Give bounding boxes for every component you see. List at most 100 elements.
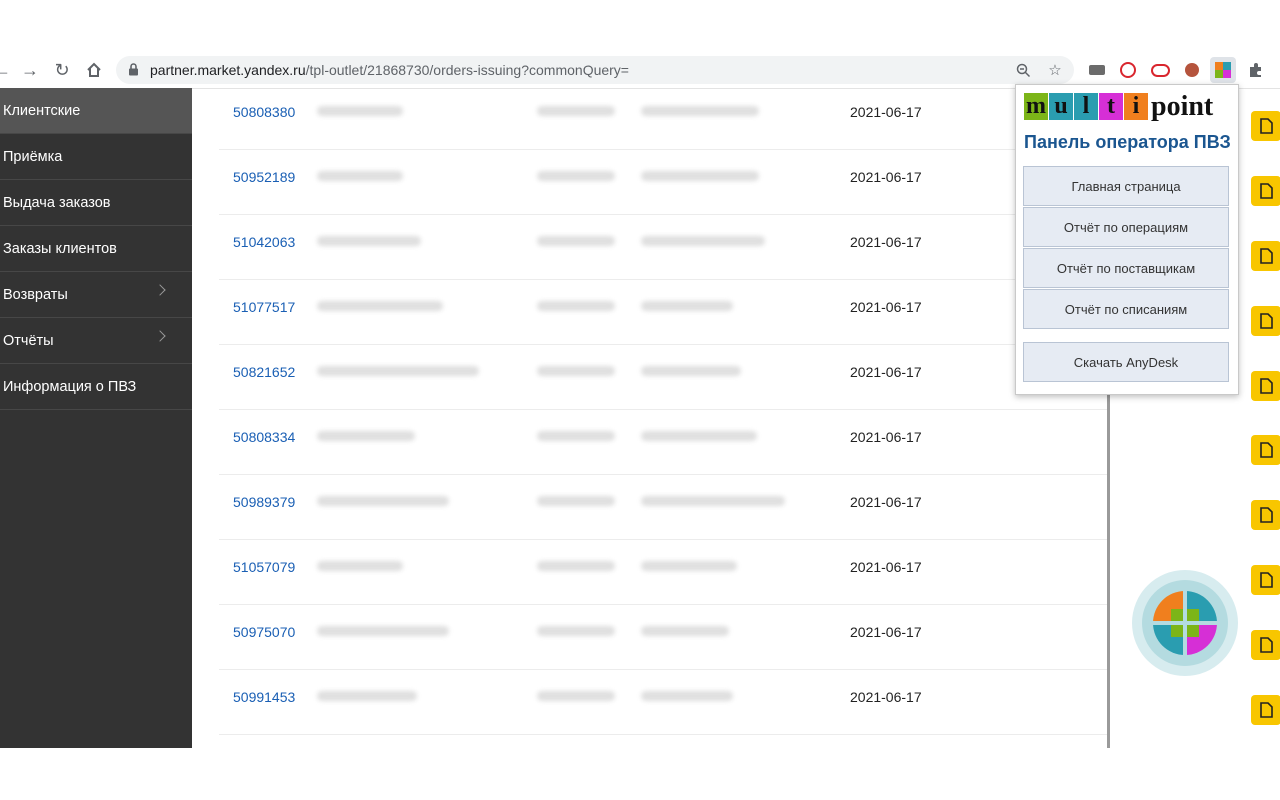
logo-tile: l <box>1074 92 1098 120</box>
multipoint-floating-button[interactable] <box>1132 570 1238 676</box>
order-id-link[interactable]: 50991453 <box>233 689 295 705</box>
blurred-email <box>317 171 403 181</box>
blurred-phone <box>537 171 615 181</box>
document-icon <box>1259 118 1273 134</box>
blurred-name <box>641 626 729 636</box>
order-id-link[interactable]: 51077517 <box>233 299 295 315</box>
operations-report-button[interactable]: Отчёт по операциям <box>1023 207 1229 247</box>
sidebar-item-returns[interactable]: Возвраты <box>0 272 192 318</box>
bookmark-star-icon[interactable]: ☆ <box>1046 61 1064 79</box>
order-id-link[interactable]: 51057079 <box>233 559 295 575</box>
sidebar-item-label: Клиентские <box>3 102 81 119</box>
order-id-link[interactable]: 50989379 <box>233 494 295 510</box>
order-date: 2021-06-17 <box>850 299 922 315</box>
blurred-phone <box>537 106 615 116</box>
suppliers-report-button[interactable]: Отчёт по поставщикам <box>1023 248 1229 288</box>
table-row: 50952189 2021-06-17 <box>219 149 1109 215</box>
order-date: 2021-06-17 <box>850 429 922 445</box>
extension-blocker-icon[interactable] <box>1118 60 1138 80</box>
document-button[interactable] <box>1251 565 1280 595</box>
blurred-name <box>641 171 759 181</box>
order-id-link[interactable]: 50821652 <box>233 364 295 380</box>
home-icon[interactable] <box>82 58 106 82</box>
chevron-right-icon <box>154 284 166 296</box>
extension-avatar-icon[interactable] <box>1182 60 1202 80</box>
order-id-link[interactable]: 50808334 <box>233 429 295 445</box>
home-page-button[interactable]: Главная страница <box>1023 166 1229 206</box>
multipoint-extension-popup: m u l t i point Панель оператора ПВЗ Гла… <box>1015 84 1239 395</box>
blurred-name <box>641 431 757 441</box>
document-icon <box>1259 442 1273 458</box>
order-id-link[interactable]: 50808380 <box>233 104 295 120</box>
sidebar-item-order-issuing[interactable]: Выдача заказов <box>0 180 192 226</box>
document-button[interactable] <box>1251 371 1280 401</box>
sidebar-item-reports[interactable]: Отчёты <box>0 318 192 364</box>
forward-icon[interactable]: → <box>18 58 42 82</box>
order-id-link[interactable]: 50975070 <box>233 624 295 640</box>
blurred-name <box>641 236 765 246</box>
document-icon <box>1259 702 1273 718</box>
sidebar-item-reception[interactable]: Приёмка <box>0 134 192 180</box>
sidebar-item-label: Выдача заказов <box>3 194 111 211</box>
document-icon <box>1259 248 1273 264</box>
document-icon <box>1259 637 1273 653</box>
order-id-link[interactable]: 50952189 <box>233 169 295 185</box>
zoom-icon[interactable] <box>1014 61 1032 79</box>
blurred-name <box>641 366 741 376</box>
logo-word: point <box>1151 90 1214 122</box>
sidebar-item-clients[interactable]: Клиентские <box>0 88 192 134</box>
address-bar[interactable]: partner.market.yandex.ru/tpl-outlet/2186… <box>116 56 1074 84</box>
download-anydesk-button[interactable]: Скачать AnyDesk <box>1023 342 1229 382</box>
back-icon[interactable]: ← <box>0 58 14 82</box>
order-date: 2021-06-17 <box>850 559 922 575</box>
table-row: 50808334 2021-06-17 <box>219 409 1109 475</box>
order-date: 2021-06-17 <box>850 234 922 250</box>
chevron-right-icon <box>154 330 166 342</box>
blurred-phone <box>537 366 615 376</box>
order-date: 2021-06-17 <box>850 494 922 510</box>
table-row: 51042063 2021-06-17 <box>219 214 1109 280</box>
table-row: 50821652 2021-06-17 <box>219 344 1109 410</box>
blurred-name <box>641 301 733 311</box>
blurred-email <box>317 236 421 246</box>
blurred-email <box>317 626 449 636</box>
logo-tile: t <box>1099 92 1123 120</box>
url-text: partner.market.yandex.ru/tpl-outlet/2186… <box>150 62 629 78</box>
reload-icon[interactable]: ↻ <box>50 58 74 82</box>
multipoint-logo-icon <box>1149 587 1221 659</box>
blurred-email <box>317 691 417 701</box>
bottom-blank-area <box>0 748 1280 800</box>
document-icon <box>1259 572 1273 588</box>
blurred-name <box>641 496 785 506</box>
order-date: 2021-06-17 <box>850 364 922 380</box>
blurred-phone <box>537 691 615 701</box>
extension-multipoint-icon[interactable] <box>1210 57 1236 83</box>
document-button[interactable] <box>1251 176 1280 206</box>
extension-gray-icon[interactable] <box>1087 60 1107 80</box>
sidebar: Клиентские Приёмка Выдача заказов Заказы… <box>0 88 192 748</box>
writeoffs-report-button[interactable]: Отчёт по списаниям <box>1023 289 1229 329</box>
extension-cloud-icon[interactable] <box>1150 60 1170 80</box>
document-button[interactable] <box>1251 435 1280 465</box>
document-button[interactable] <box>1251 630 1280 660</box>
order-id-link[interactable]: 51042063 <box>233 234 295 250</box>
document-button[interactable] <box>1251 111 1280 141</box>
document-icon <box>1259 507 1273 523</box>
document-button[interactable] <box>1251 306 1280 336</box>
table-row: 50975070 2021-06-17 <box>219 604 1109 670</box>
blurred-phone <box>537 561 615 571</box>
blurred-name <box>641 106 759 116</box>
popup-title: Панель оператора ПВЗ <box>1024 132 1231 152</box>
blurred-phone <box>537 626 615 636</box>
extensions-puzzle-icon[interactable] <box>1246 60 1266 80</box>
blurred-phone <box>537 431 615 441</box>
document-button[interactable] <box>1251 695 1280 725</box>
sidebar-item-label: Приёмка <box>3 148 63 165</box>
blurred-name <box>641 561 737 571</box>
document-button[interactable] <box>1251 500 1280 530</box>
sidebar-item-pvz-info[interactable]: Информация о ПВЗ <box>0 364 192 410</box>
document-icon <box>1259 313 1273 329</box>
document-button[interactable] <box>1251 241 1280 271</box>
sidebar-item-label: Возвраты <box>3 286 68 303</box>
sidebar-item-client-orders[interactable]: Заказы клиентов <box>0 226 192 272</box>
